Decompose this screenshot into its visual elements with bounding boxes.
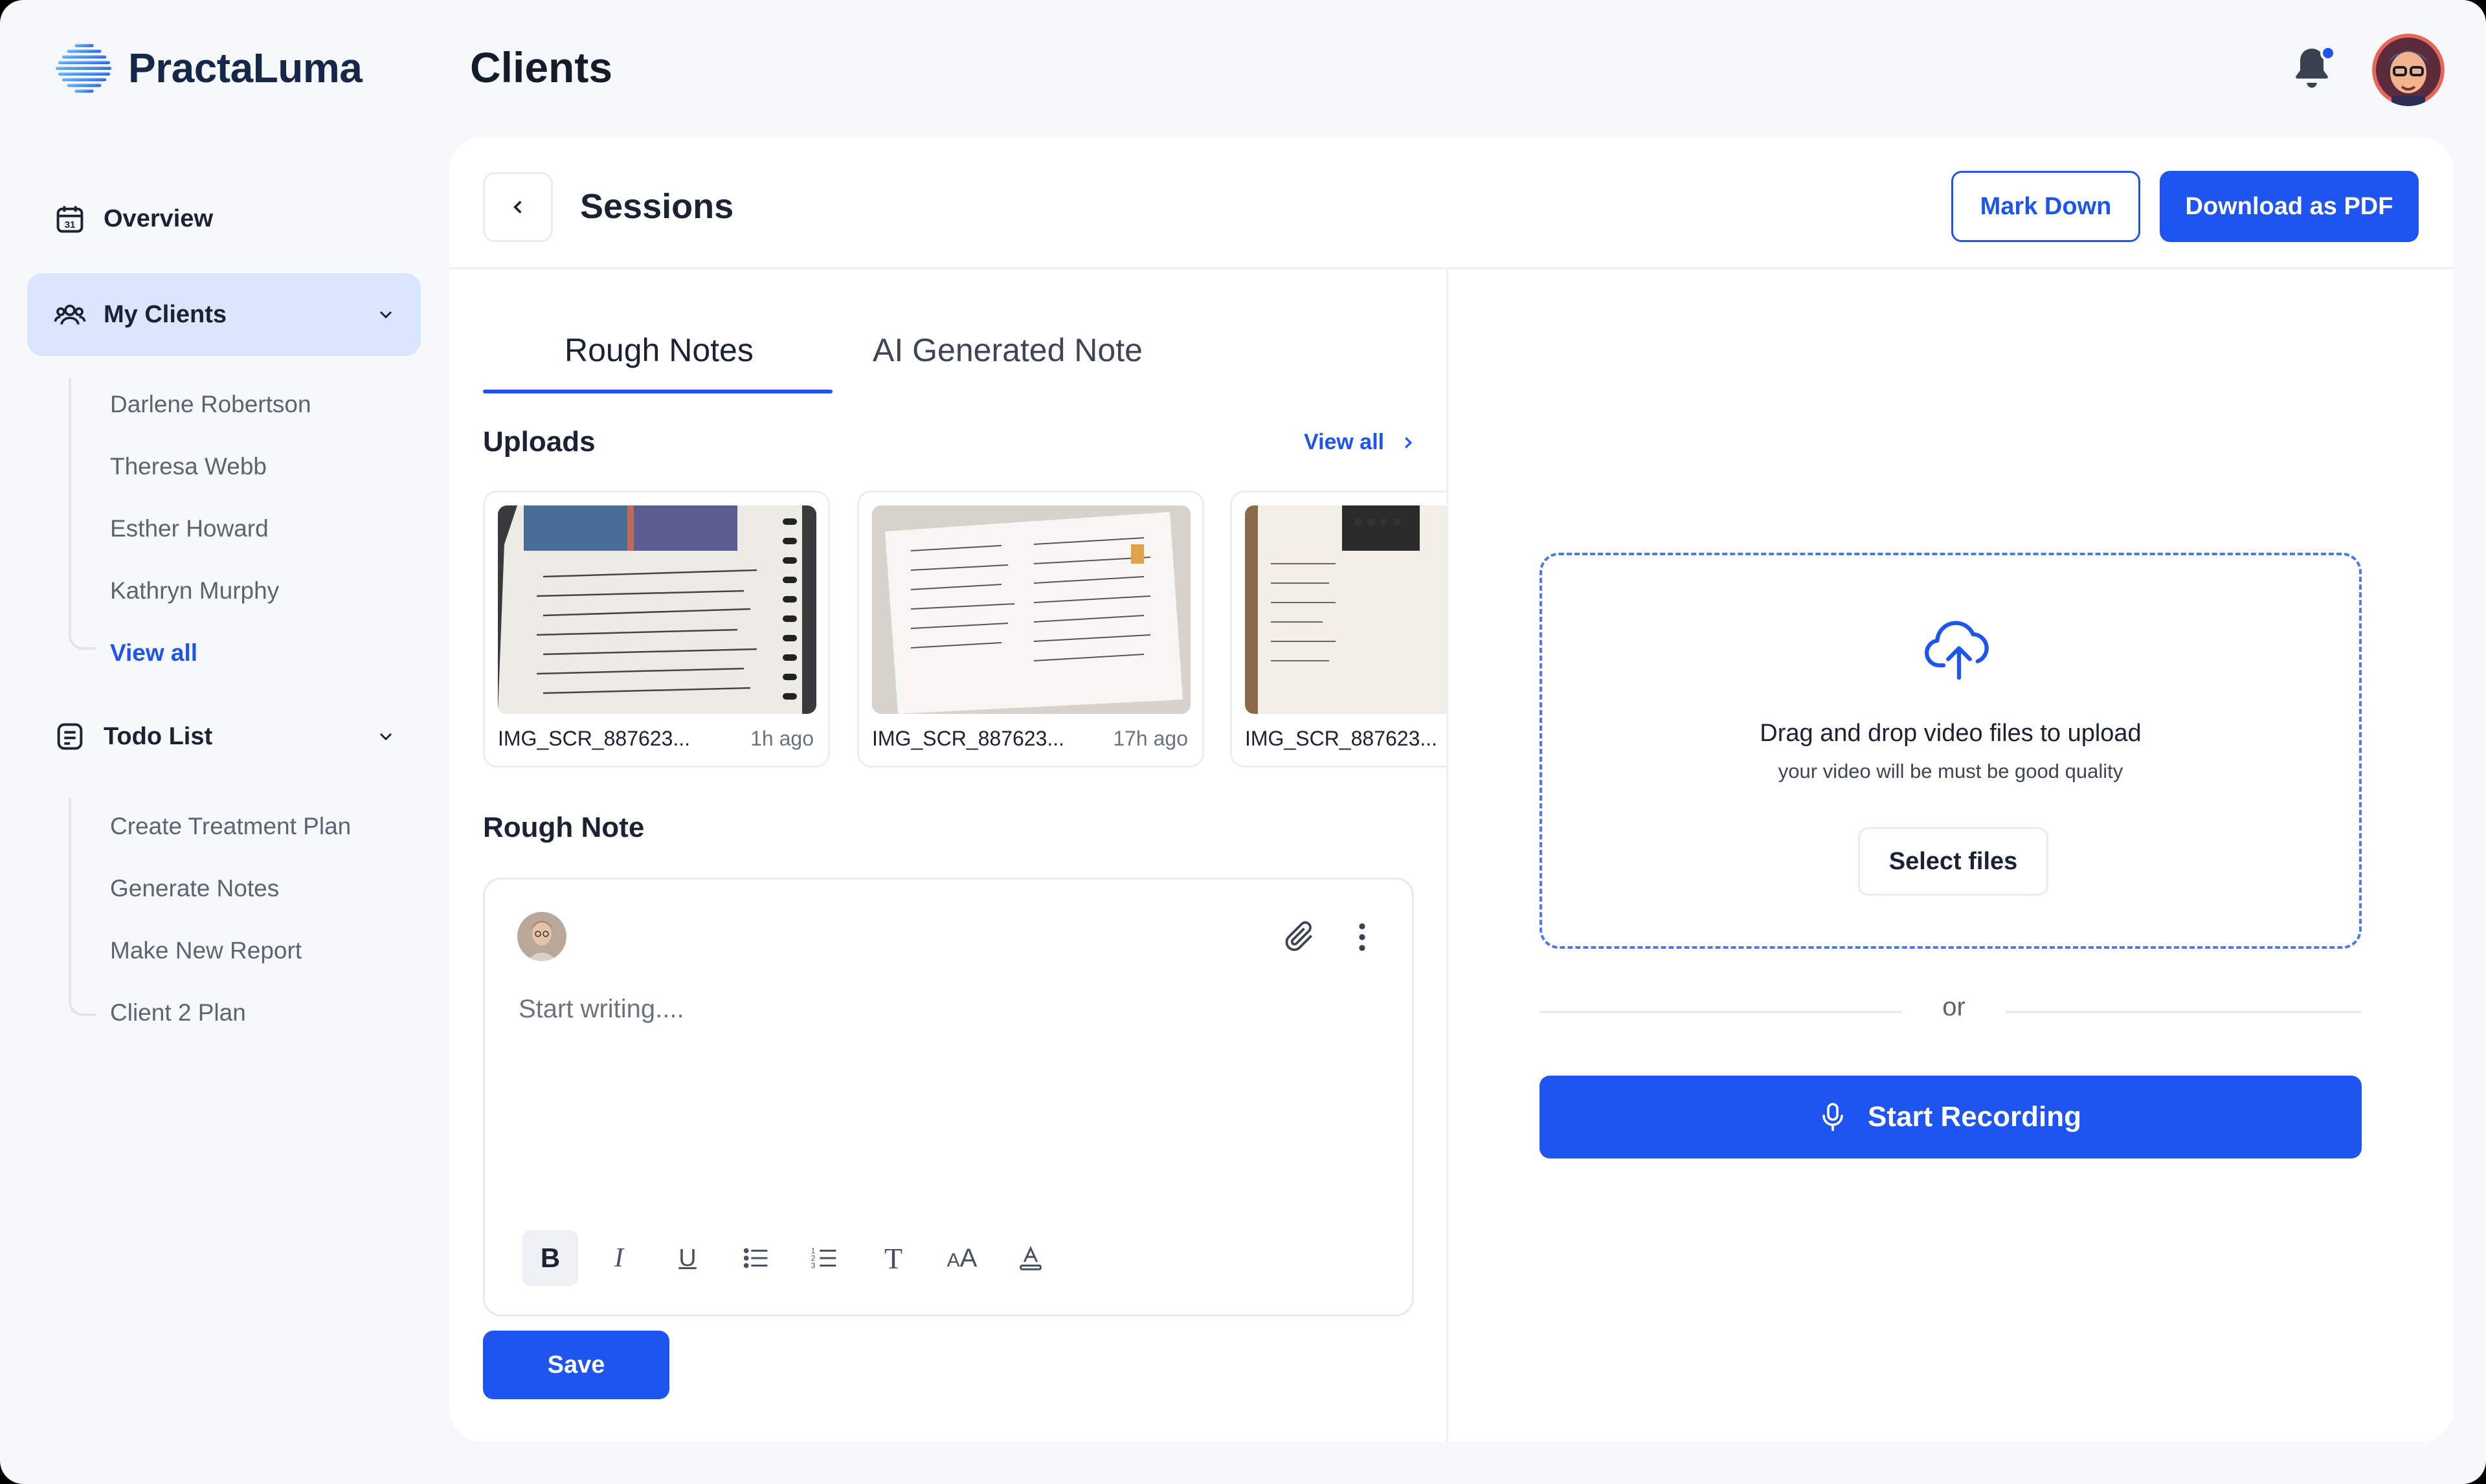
italic-button[interactable]: I [591,1230,647,1286]
font-size-icon: AA [946,1243,978,1272]
text-color-button[interactable] [1003,1230,1058,1286]
upload-card[interactable]: IMG_SCR_887623... [1230,491,1446,768]
client-item[interactable]: Darlene Robertson [110,391,311,418]
download-pdf-button[interactable]: Download as PDF [2160,171,2419,242]
video-dropzone[interactable]: Drag and drop video files to upload your… [1540,553,2362,949]
tab-ai-generated-note[interactable]: AI Generated Note [873,331,1143,369]
brand-name: PractaLuma [128,45,363,91]
users-icon [54,304,86,325]
cloud-upload-icon [1925,621,1989,680]
sidebar-item-label: Overview [104,205,213,232]
note-input[interactable]: Start writing.... [519,995,684,1024]
sidebar-item-label: Todo List [104,722,213,750]
bullet-list-button[interactable] [728,1230,784,1286]
upload-thumbnail [1245,505,1446,714]
uploads-list: IMG_SCR_887623... 1h ago IMG_SCR_887623.… [483,491,1446,770]
upload-thumbnail [872,505,1191,714]
panel-divider [1446,269,1448,1442]
tree-branch [69,990,96,1016]
todo-item[interactable]: Generate Notes [110,875,279,902]
format-toolbar: B I U 123 T AA [517,1216,1165,1300]
text-style-button[interactable]: T [866,1230,921,1286]
logo-icon [56,43,112,93]
upload-card[interactable]: IMG_SCR_887623... 1h ago [483,491,830,768]
tab-rough-notes[interactable]: Rough Notes [565,331,754,369]
chevron-left-icon [513,201,522,214]
page-title: Clients [470,43,613,91]
card-header: Sessions Mark Down Download as PDF [449,137,2454,269]
bold-button[interactable]: B [522,1230,578,1286]
client-item[interactable]: Theresa Webb [110,453,267,480]
text-style-icon: T [884,1241,903,1275]
svg-text:2: 2 [811,1255,815,1263]
upload-time: 1h ago [750,727,814,750]
save-button[interactable]: Save [483,1331,669,1399]
user-avatar[interactable] [2372,34,2445,106]
tree-line [69,797,71,1004]
author-avatar [517,912,566,961]
select-files-button[interactable]: Select files [1858,827,2048,896]
sessions-title: Sessions [580,187,734,226]
dropzone-title: Drag and drop video files to upload [1760,720,2142,747]
underline-button[interactable]: U [660,1230,715,1286]
upload-filename: IMG_SCR_887623... [1245,727,1438,750]
or-label: or [1942,993,1965,1021]
microphone-icon [1822,1103,1843,1131]
clients-view-all-link[interactable]: View all [110,639,197,667]
numbered-list-button[interactable]: 123 [797,1230,853,1286]
chevron-down-icon[interactable] [375,304,396,325]
client-item[interactable]: Kathryn Murphy [110,577,279,604]
sidebar-item-my-clients[interactable]: My Clients [27,273,421,356]
font-size-button[interactable]: AA [934,1230,990,1286]
text-color-icon [1020,1245,1042,1270]
rough-note-editor[interactable]: Start writing.... B I U 123 T AA [483,878,1414,1316]
back-button[interactable] [483,172,553,242]
dropzone-subtitle: your video will be must be good quality [1778,760,2123,782]
svg-text:3: 3 [811,1262,815,1270]
uploads-title: Uploads [483,426,596,458]
sessions-card: Sessions Mark Down Download as PDF Rough… [449,137,2454,1442]
tree-line [69,378,71,624]
calendar-icon: 31 [56,206,84,233]
brand-logo[interactable]: PractaLuma [53,40,363,96]
start-recording-button[interactable]: Start Recording [1540,1076,2362,1158]
todo-item[interactable]: Make New Report [110,937,302,964]
chevron-down-icon[interactable] [375,726,396,747]
more-vertical-icon[interactable] [1352,921,1372,953]
active-tab-indicator [483,390,833,393]
list-icon [57,723,83,750]
sidebar-item-overview[interactable]: 31 Overview [27,177,421,260]
sidebar-item-label: My Clients [104,300,227,328]
uploads-view-all-link[interactable]: View all [1304,430,1418,455]
todo-item[interactable]: Create Treatment Plan [110,813,351,840]
upload-filename: IMG_SCR_887623... [498,727,691,750]
rough-note-title: Rough Note [483,812,645,843]
tree-branch [69,624,96,650]
notification-dot [2320,45,2336,61]
client-item[interactable]: Esther Howard [110,515,269,542]
chevron-right-icon [1405,436,1413,449]
divider-line [1540,1011,1902,1013]
mark-down-button[interactable]: Mark Down [1951,171,2140,242]
svg-text:1: 1 [811,1247,815,1255]
upload-thumbnail [498,505,816,714]
upload-filename: IMG_SCR_887623... [872,727,1065,750]
bold-icon: B [540,1243,561,1273]
underline-icon: U [678,1244,697,1272]
paperclip-icon[interactable] [1281,918,1317,955]
todo-item[interactable]: Client 2 Plan [110,999,246,1026]
start-recording-label: Start Recording [1867,1101,2082,1133]
upload-card[interactable]: IMG_SCR_887623... 17h ago [857,491,1204,768]
svg-text:31: 31 [65,219,76,230]
bullet-list-icon [743,1248,768,1268]
numbered-list-icon: 123 [811,1247,836,1270]
italic-icon: I [614,1243,623,1273]
view-all-label: View all [1304,430,1385,454]
app-window: PractaLuma Clients 31 Overview My Client… [0,0,2486,1484]
sidebar-item-todo-list[interactable]: Todo List [27,695,421,778]
upload-time: 17h ago [1113,727,1188,750]
avatar-icon [2372,34,2445,106]
divider-line [2006,1011,2362,1013]
